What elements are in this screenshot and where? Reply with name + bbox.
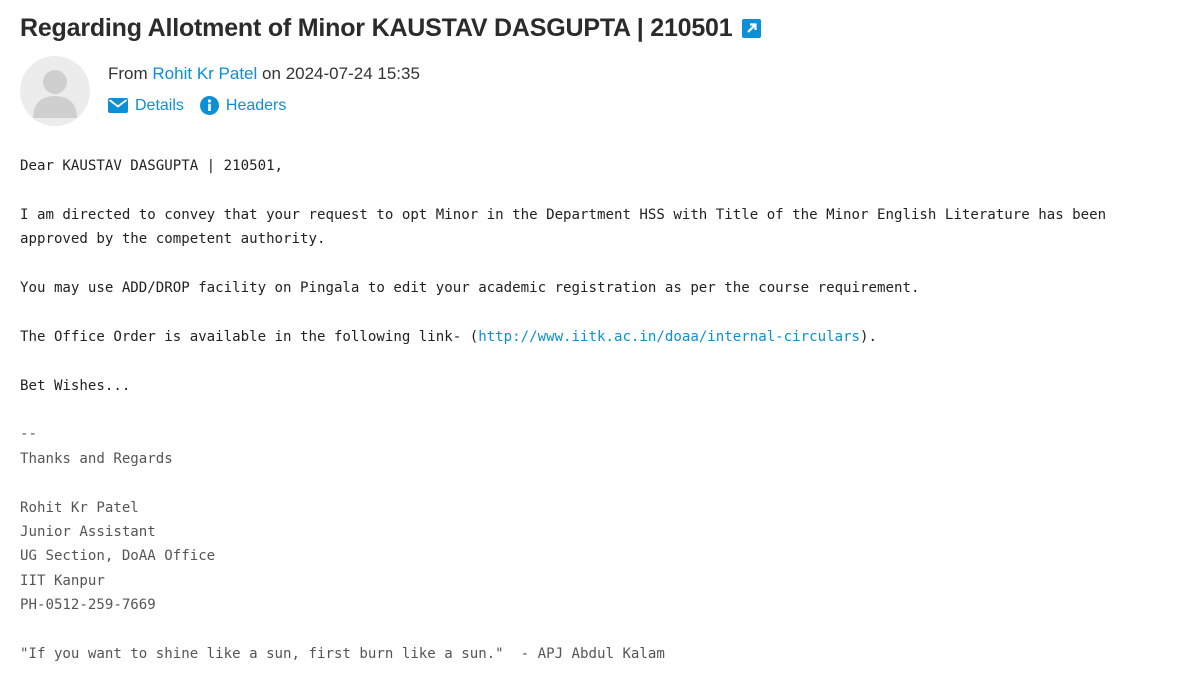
details-label: Details bbox=[135, 96, 184, 114]
sender-link[interactable]: Rohit Kr Patel bbox=[152, 64, 257, 83]
subject-row: Regarding Allotment of Minor KAUSTAV DAS… bbox=[20, 14, 762, 43]
circulars-link[interactable]: http://www.iitk.ac.in/doaa/internal-circ… bbox=[478, 329, 860, 345]
signature-section: UG Section, DoAA Office bbox=[20, 548, 216, 565]
paragraph-office-order: The Office Order is available in the fol… bbox=[20, 325, 1180, 349]
office-order-suffix: ). bbox=[860, 328, 878, 345]
header-actions: Details Headers bbox=[108, 96, 286, 115]
signature-regards: Thanks and Regards bbox=[20, 450, 173, 467]
signature: -- Thanks and Regards Rohit Kr Patel Junio… bbox=[20, 422, 1180, 666]
office-order-text: The Office Order is available in the fol… bbox=[20, 328, 479, 345]
signature-quote: "If you want to shine like a sun, first … bbox=[20, 646, 665, 663]
signature-phone: PH-0512-259-7669 bbox=[20, 597, 156, 614]
signature-separator: -- bbox=[20, 426, 37, 443]
headers-label: Headers bbox=[225, 96, 287, 114]
external-link-icon[interactable] bbox=[742, 19, 762, 38]
signature-institute: IIT Kanpur bbox=[20, 572, 105, 589]
greeting: Dear KAUSTAV DASGUPTA | 210501, bbox=[20, 158, 284, 174]
signature-contact: Rohit Kr Patel Junior Assistant UG Section… bbox=[20, 496, 1180, 618]
paragraph-approval: I am directed to convey that your reques… bbox=[20, 206, 1115, 248]
paragraph-add-drop: You may use ADD/DROP facility on Pingala… bbox=[20, 280, 920, 296]
user-avatar-icon bbox=[20, 56, 90, 126]
envelope-icon bbox=[108, 98, 128, 113]
headers-button[interactable]: Headers bbox=[199, 96, 287, 115]
message-body: Dear KAUSTAV DASGUPTA | 210501, I am dir… bbox=[20, 154, 1180, 691]
message-subject: Regarding Allotment of Minor KAUSTAV DAS… bbox=[20, 14, 733, 42]
from-line: From Rohit Kr Patel on 2024-07-24 15:35 bbox=[108, 64, 420, 84]
info-icon bbox=[199, 96, 219, 115]
signature-header: -- Thanks and Regards bbox=[20, 422, 1180, 471]
message-date: 2024-07-24 15:35 bbox=[285, 64, 420, 83]
signature-title: Junior Assistant bbox=[20, 524, 156, 540]
details-button[interactable]: Details bbox=[108, 97, 184, 115]
closing: Bet Wishes... bbox=[20, 377, 131, 394]
from-prefix: From bbox=[108, 64, 148, 83]
signature-name: Rohit Kr Patel bbox=[20, 499, 139, 516]
on-word: on bbox=[262, 64, 281, 83]
